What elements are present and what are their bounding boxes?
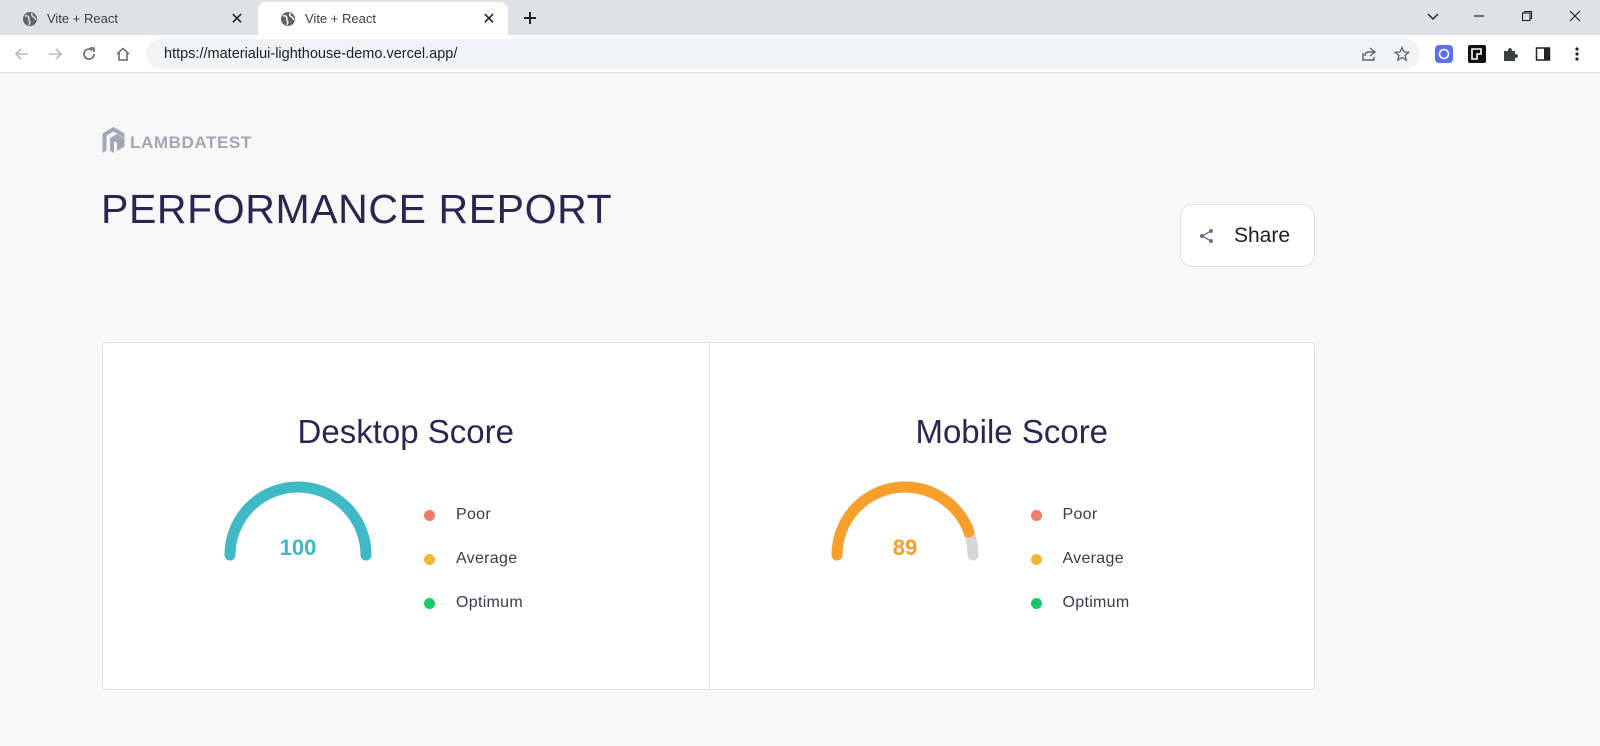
lambdatest-extension-icon[interactable] xyxy=(1434,44,1454,64)
url-text[interactable]: https://materialui-lighthouse-demo.verce… xyxy=(164,46,457,62)
share-button[interactable]: Share xyxy=(1180,204,1315,267)
minimize-icon[interactable] xyxy=(1456,0,1502,32)
legend-label: Poor xyxy=(456,506,491,523)
legend-label: Optimum xyxy=(1062,594,1130,611)
mobile-score-panel: Mobile Score 89 Poor Average Optimum xyxy=(708,343,1315,689)
desktop-score-gauge: 100 xyxy=(223,477,373,563)
mobile-score-title: Mobile Score xyxy=(915,413,1109,450)
close-tab-icon[interactable]: ✕ xyxy=(228,10,246,28)
globe-icon xyxy=(280,11,296,27)
logo-text: LAMBDATEST xyxy=(130,132,252,152)
mobile-score-gauge: 89 xyxy=(830,477,980,563)
mobile-legend: Poor Average Optimum xyxy=(1030,493,1130,625)
close-tab-icon[interactable]: ✕ xyxy=(480,10,498,28)
lambdatest-logo: LAMBDATEST xyxy=(101,126,252,159)
browser-tab-strip: Vite + React ✕ Vite + React ✕ xyxy=(0,0,1600,35)
legend-item-optimum: Optimum xyxy=(424,581,523,625)
page-title: PERFORMANCE REPORT xyxy=(101,186,613,232)
share-page-icon[interactable] xyxy=(1359,44,1379,64)
bookmark-star-icon[interactable] xyxy=(1392,44,1412,64)
legend-item-optimum: Optimum xyxy=(1030,581,1130,625)
home-icon[interactable] xyxy=(109,40,137,68)
address-bar[interactable]: https://materialui-lighthouse-demo.verce… xyxy=(146,39,1420,69)
restore-icon[interactable] xyxy=(1504,0,1550,32)
legend-dot-poor xyxy=(424,509,435,521)
extension-app-icon[interactable] xyxy=(1467,44,1487,64)
mobile-score-value: 89 xyxy=(892,535,916,560)
extensions-puzzle-icon[interactable] xyxy=(1500,44,1520,64)
new-tab-plus-icon[interactable] xyxy=(518,6,542,30)
tab-title: Vite + React xyxy=(305,11,376,26)
score-card: Desktop Score 100 Poor Average Optimum M… xyxy=(102,342,1315,690)
legend-dot-optimum xyxy=(1030,597,1042,609)
legend-item-poor: Poor xyxy=(424,493,523,537)
browser-menu-icon[interactable] xyxy=(1567,44,1587,64)
side-panel-icon[interactable] xyxy=(1533,44,1553,64)
legend-label: Poor xyxy=(1062,506,1098,523)
close-window-icon[interactable] xyxy=(1552,0,1598,32)
tab-search-chevron-icon[interactable] xyxy=(1410,0,1456,32)
globe-icon xyxy=(22,11,38,27)
browser-tab[interactable]: Vite + React ✕ xyxy=(0,2,256,35)
legend-dot-optimum xyxy=(424,597,435,609)
back-arrow-icon[interactable] xyxy=(8,40,36,68)
legend-label: Average xyxy=(1062,550,1124,567)
share-button-label: Share xyxy=(1234,223,1291,247)
legend-item-average: Average xyxy=(424,537,523,581)
legend-label: Optimum xyxy=(456,594,523,611)
tab-title: Vite + React xyxy=(47,11,118,26)
browser-toolbar: https://materialui-lighthouse-demo.verce… xyxy=(0,35,1600,73)
desktop-score-title: Desktop Score xyxy=(297,413,514,450)
desktop-score-panel: Desktop Score 100 Poor Average Optimum xyxy=(103,343,709,689)
legend-item-poor: Poor xyxy=(1030,493,1130,537)
legend-dot-poor xyxy=(1030,509,1042,521)
forward-arrow-icon[interactable] xyxy=(41,40,69,68)
desktop-legend: Poor Average Optimum xyxy=(424,493,523,625)
legend-label: Average xyxy=(456,550,518,567)
browser-tab-active[interactable]: Vite + React ✕ xyxy=(258,2,508,35)
legend-item-average: Average xyxy=(1030,537,1130,581)
reload-icon[interactable] xyxy=(75,40,103,68)
legend-dot-average xyxy=(424,553,435,565)
legend-dot-average xyxy=(1030,553,1042,565)
share-icon xyxy=(1198,227,1216,245)
desktop-score-value: 100 xyxy=(280,535,317,560)
lambdatest-logo-icon xyxy=(101,126,126,159)
